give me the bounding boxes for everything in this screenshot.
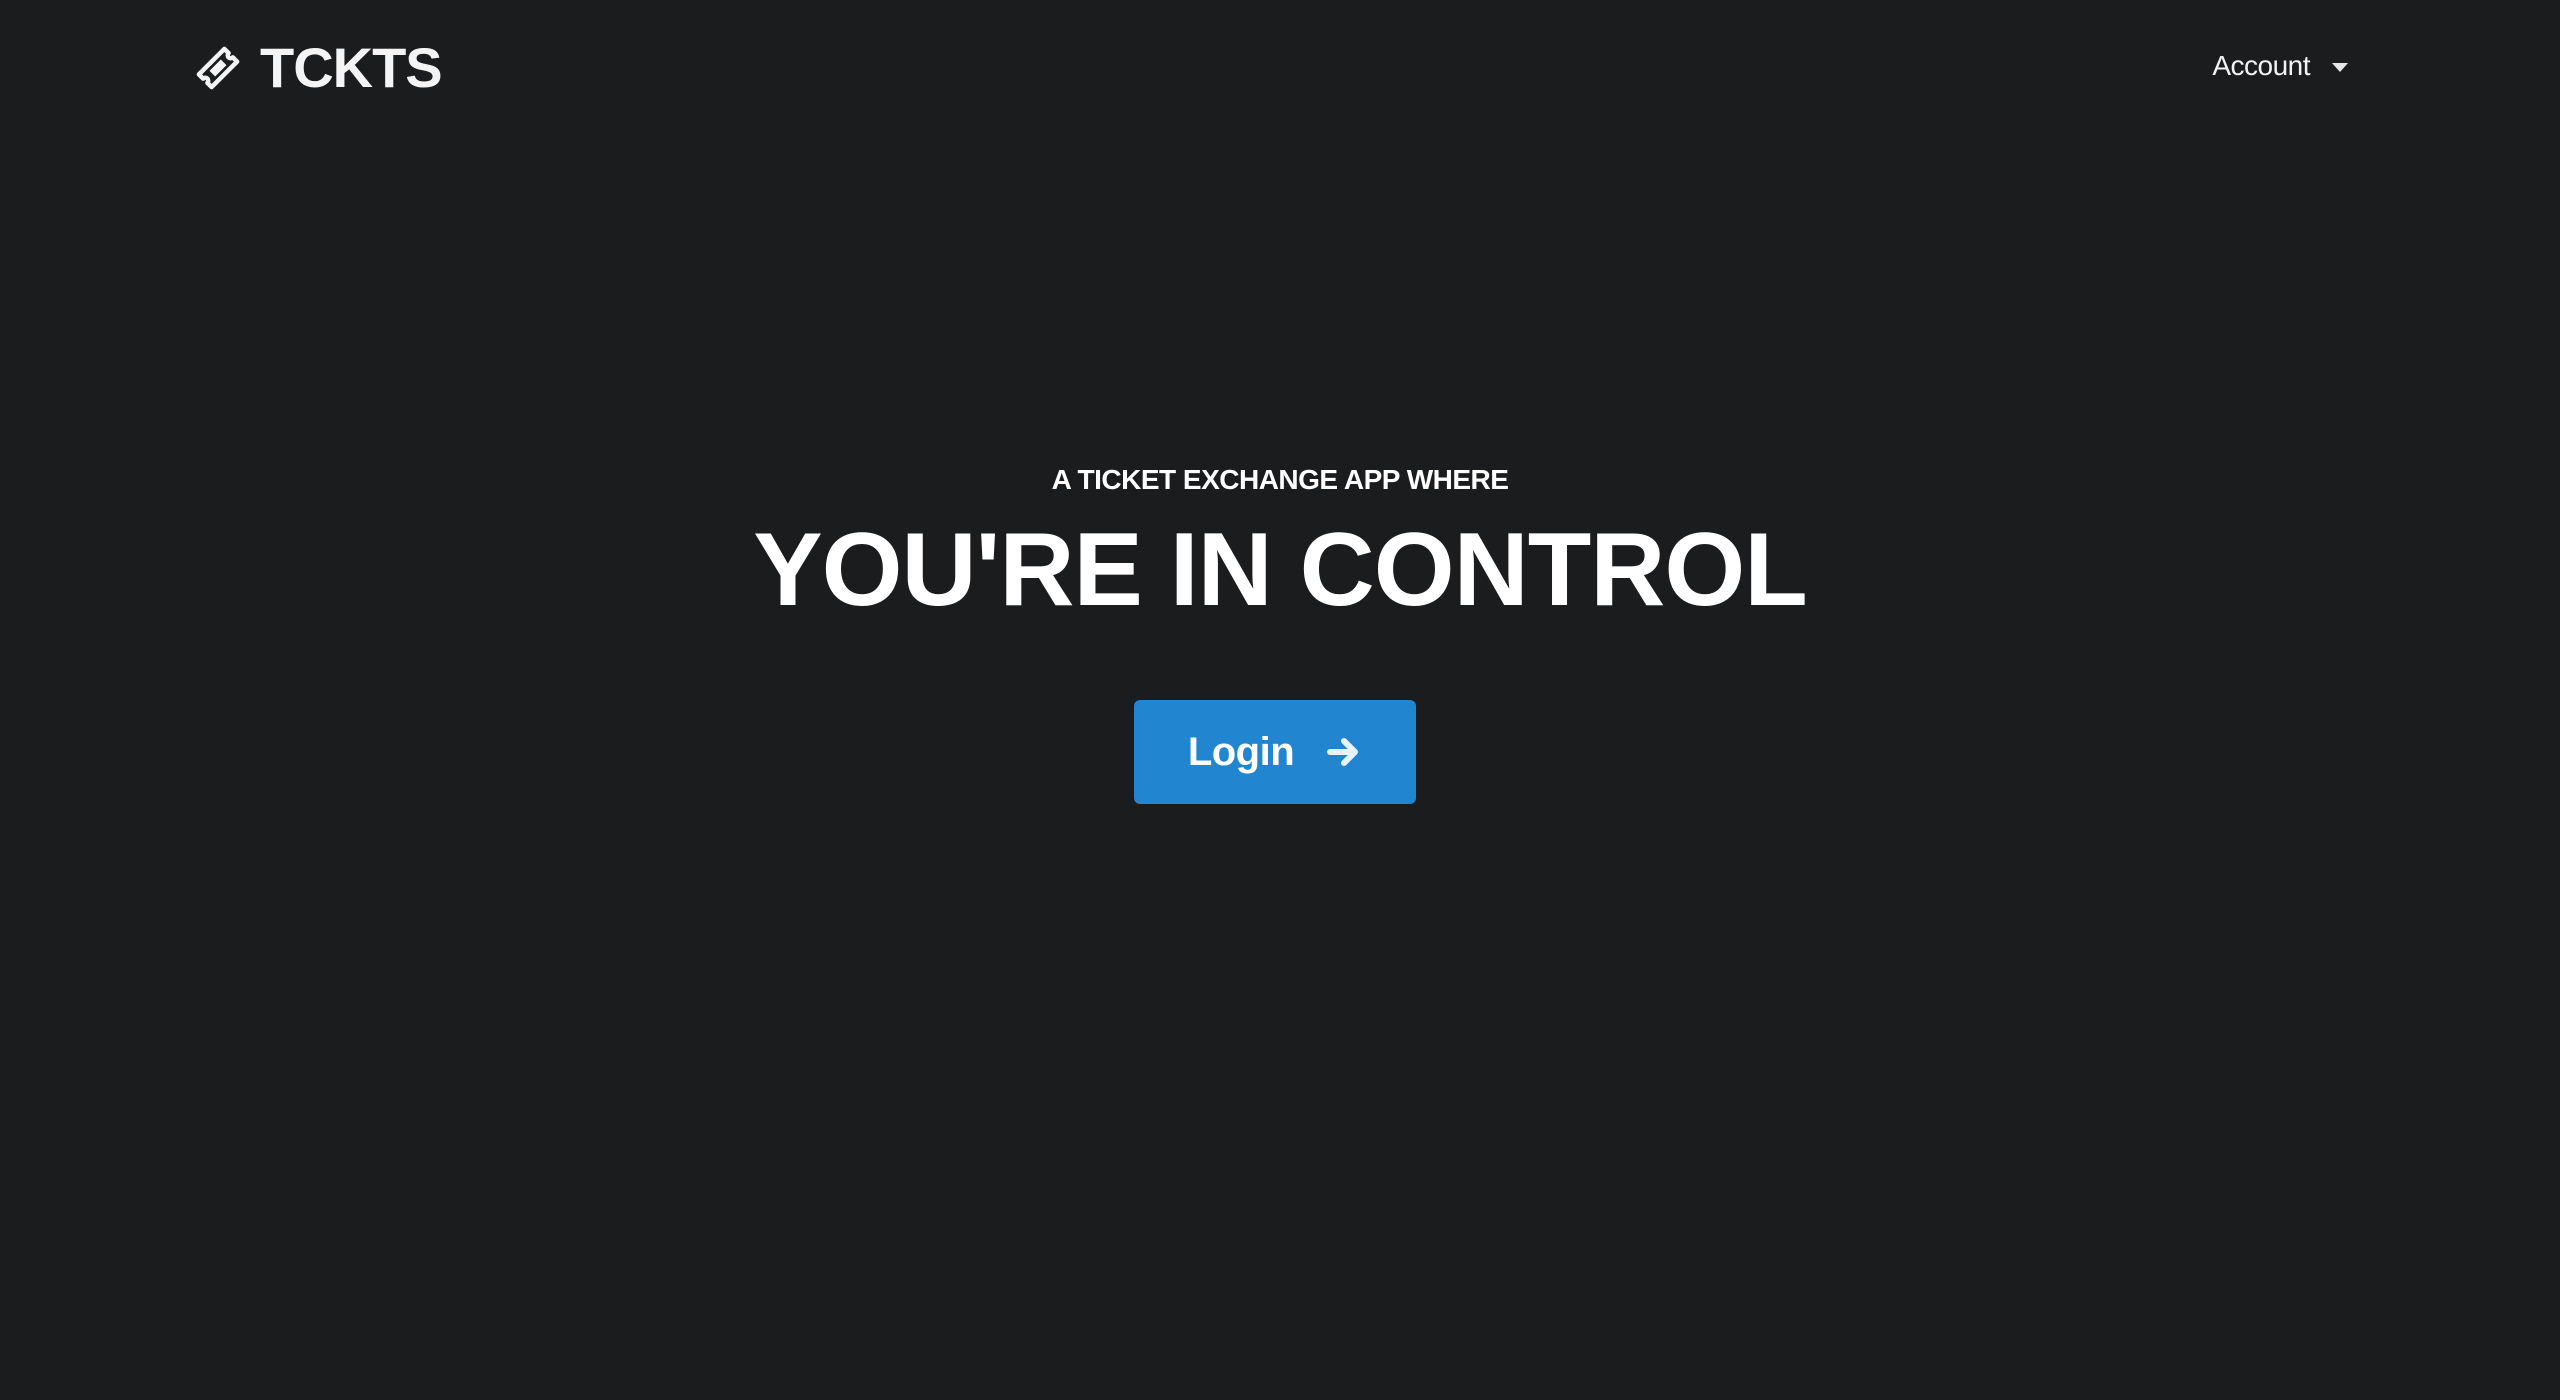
landing-page: TCKTS Account A TICKET EXCHANGE APP WHER… (0, 0, 2560, 1400)
top-navbar: TCKTS Account (0, 0, 2560, 132)
login-button[interactable]: Login (1134, 700, 1416, 804)
caret-down-icon (2332, 62, 2348, 72)
account-dropdown[interactable]: Account (2212, 44, 2348, 88)
brand-name: TCKTS (260, 36, 443, 99)
hero-title: YOU'RE IN CONTROL (753, 512, 1808, 628)
hero-kicker: A TICKET EXCHANGE APP WHERE (1051, 464, 1509, 495)
ticket-icon (190, 40, 246, 96)
login-label: Login (1187, 730, 1295, 774)
hero-section: A TICKET EXCHANGE APP WHERE YOU'RE IN CO… (0, 460, 2560, 630)
account-label: Account (2212, 50, 2310, 81)
arrow-right-icon (1326, 734, 1362, 770)
brand-logo-link[interactable]: TCKTS (190, 36, 443, 99)
